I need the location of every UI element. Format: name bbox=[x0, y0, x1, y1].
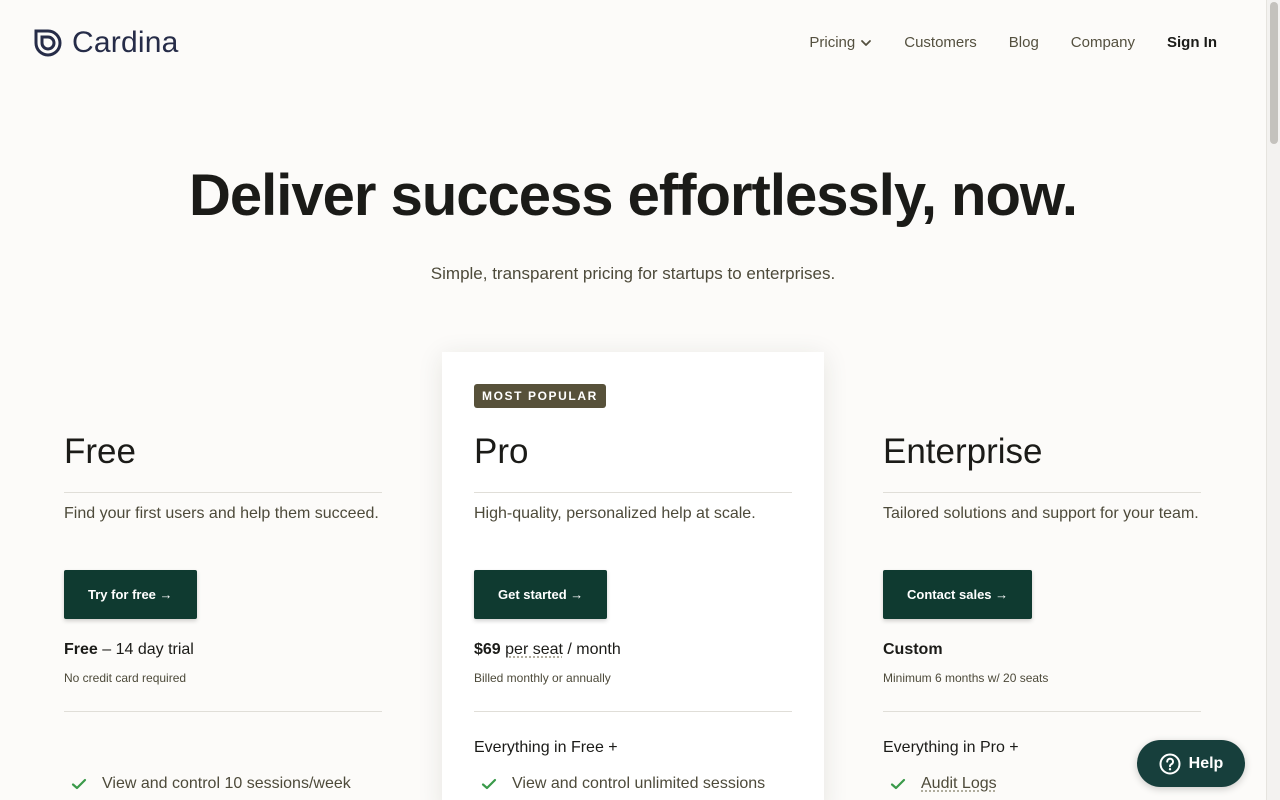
price-period: / month bbox=[562, 641, 621, 658]
plan-name: Pro bbox=[474, 432, 529, 471]
plan-name: Free bbox=[64, 432, 136, 471]
nav-item-label: Company bbox=[1070, 34, 1135, 51]
plan-description: High-quality, personalized help at scale… bbox=[474, 505, 756, 522]
nav-item-customers[interactable]: Customers bbox=[904, 34, 977, 51]
scrollbar-thumb[interactable] bbox=[1270, 2, 1278, 144]
feature-label: Audit Logs bbox=[921, 775, 997, 792]
divider bbox=[64, 711, 382, 712]
most-popular-badge: MOST POPULAR bbox=[474, 384, 606, 408]
page-scrollbar[interactable] bbox=[1266, 0, 1280, 800]
help-button[interactable]: Help bbox=[1137, 740, 1245, 787]
nav-item-pricing[interactable]: Pricing bbox=[809, 34, 872, 51]
nav-item-company[interactable]: Company bbox=[1071, 34, 1135, 51]
price-amount: $69 bbox=[474, 641, 501, 658]
price-period: – 14 day trial bbox=[97, 641, 194, 658]
feature-item: View and control unlimited sessions bbox=[480, 775, 765, 793]
plan-card-pro: MOST POPULAR Pro High-quality, personali… bbox=[442, 352, 824, 800]
plan-description: Tailored solutions and support for your … bbox=[883, 505, 1199, 522]
feature-item: Audit Logs bbox=[889, 775, 997, 793]
site-header: Cardina Pricing Customers Blog Company S… bbox=[0, 0, 1266, 86]
price-unit: per seat bbox=[505, 641, 563, 658]
plan-price: $69 per seat / month bbox=[474, 641, 621, 659]
check-icon bbox=[481, 778, 497, 790]
help-label: Help bbox=[1188, 754, 1224, 772]
divider bbox=[883, 492, 1201, 493]
contact-sales-button[interactable]: Contact sales → bbox=[883, 570, 1033, 619]
plan-card-enterprise: Enterprise Tailored solutions and suppor… bbox=[851, 352, 1233, 800]
plan-name: Enterprise bbox=[883, 432, 1043, 471]
feature-label: View and control 10 sessions/week bbox=[102, 775, 351, 792]
logo[interactable]: Cardina bbox=[32, 26, 178, 60]
brand-name: Cardina bbox=[72, 26, 179, 59]
everything-in-label: Everything in Free + bbox=[474, 739, 618, 756]
try-for-free-button[interactable]: Try for free → bbox=[64, 570, 197, 619]
nav-item-label: Pricing bbox=[809, 34, 856, 51]
divider bbox=[883, 711, 1201, 712]
price-note: No credit card required bbox=[64, 671, 187, 685]
feature-label: View and control unlimited sessions bbox=[512, 775, 766, 792]
main-nav: Pricing Customers Blog Company Sign In bbox=[809, 34, 1217, 51]
plan-card-free: Free Find your first users and help them… bbox=[32, 352, 414, 800]
check-icon bbox=[890, 778, 906, 790]
price-amount: Free bbox=[64, 641, 98, 658]
price-note: Billed monthly or annually bbox=[474, 671, 611, 685]
cardina-logo-icon bbox=[34, 29, 62, 57]
sign-in-link[interactable]: Sign In bbox=[1167, 34, 1217, 51]
feature-item: View and control 10 sessions/week bbox=[70, 775, 351, 793]
nav-item-label: Customers bbox=[904, 34, 977, 51]
divider bbox=[474, 711, 792, 712]
plan-description: Find your first users and help them succ… bbox=[64, 505, 379, 522]
check-icon bbox=[71, 778, 87, 790]
nav-item-blog[interactable]: Blog bbox=[1009, 34, 1039, 51]
divider bbox=[474, 492, 792, 493]
price-note: Minimum 6 months w/ 20 seats bbox=[883, 671, 1049, 685]
nav-item-label: Blog bbox=[1008, 34, 1039, 51]
divider bbox=[64, 492, 382, 493]
plan-price: Free – 14 day trial bbox=[64, 641, 194, 659]
hero-title: Deliver success effortlessly, now. bbox=[189, 163, 1078, 228]
help-circle-icon bbox=[1159, 753, 1181, 774]
chevron-down-icon bbox=[861, 39, 872, 46]
plan-price: Custom bbox=[883, 641, 943, 659]
hero-subtitle: Simple, transparent pricing for startups… bbox=[430, 264, 836, 283]
everything-in-label: Everything in Pro + bbox=[883, 739, 1019, 756]
get-started-button[interactable]: Get started → bbox=[474, 570, 608, 619]
price-amount: Custom bbox=[883, 641, 943, 658]
